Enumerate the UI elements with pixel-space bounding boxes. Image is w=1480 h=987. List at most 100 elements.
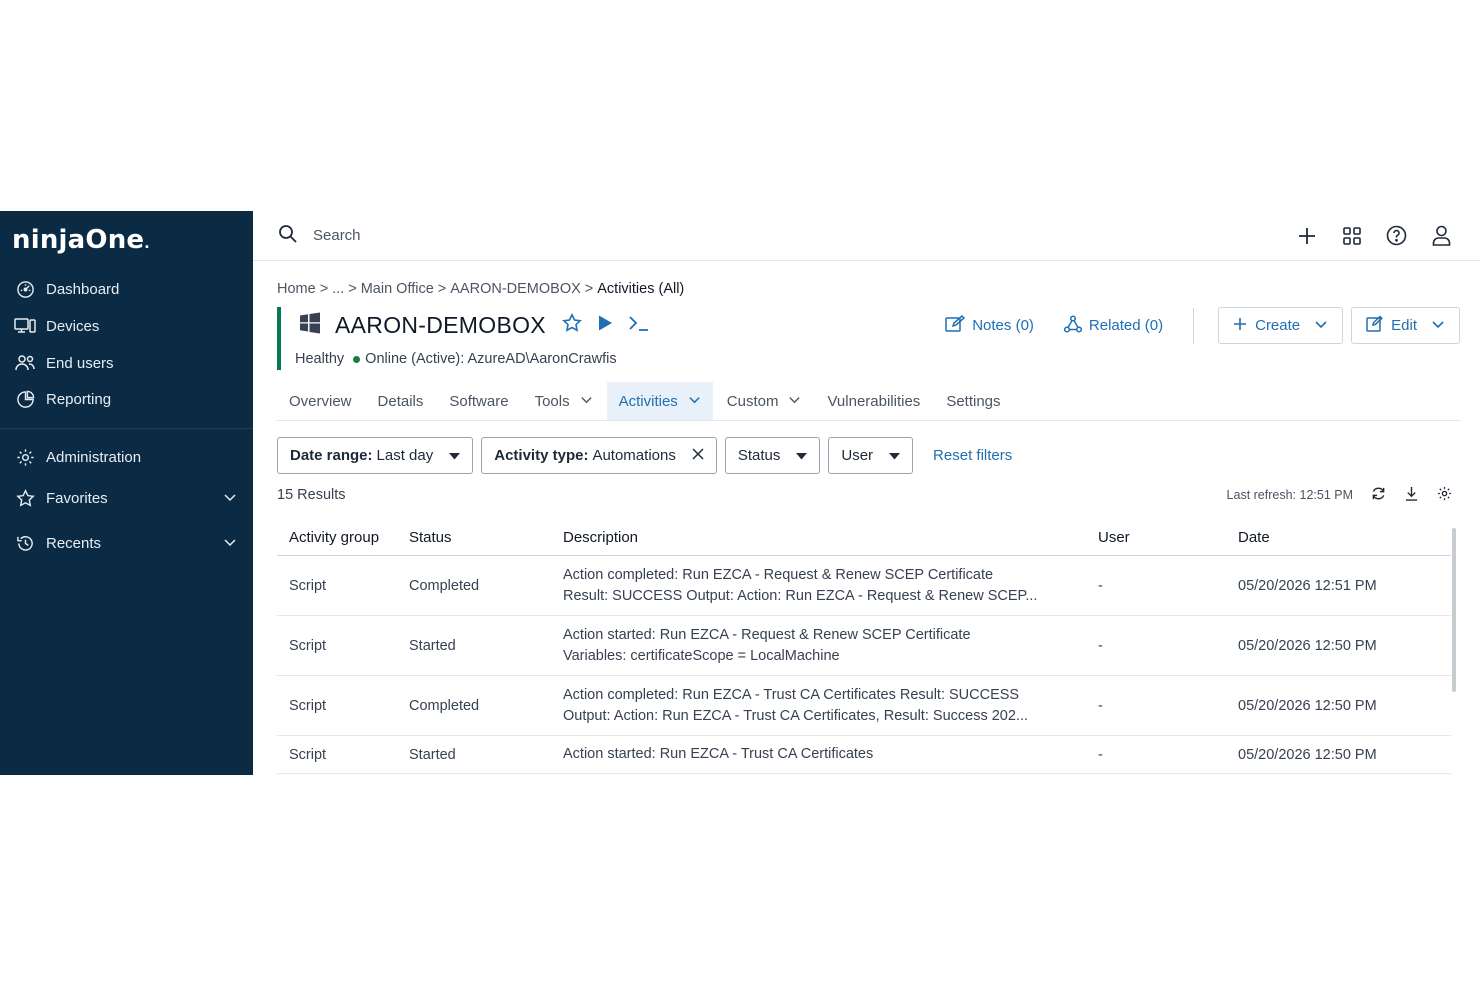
gear-icon [14,446,36,468]
plus-icon[interactable] [1294,223,1319,248]
cell-description: Action started: Run EZCA - Trust CA Cert… [551,744,1086,765]
end-users-icon [14,352,36,374]
cell-status: Completed [409,697,480,714]
run-play-icon[interactable] [596,314,614,337]
create-button[interactable]: Create [1218,307,1344,344]
device-quick-actions [562,312,650,338]
breadcrumb-device[interactable]: AARON-DEMOBOX [450,281,581,297]
status-filter[interactable]: Status [724,437,821,474]
tab-software[interactable]: Software [437,382,520,420]
sidebar-item-label: Dashboard [46,280,120,298]
refresh-icon[interactable] [1371,486,1386,504]
filter-value: Automations [592,447,676,464]
caret-down-icon [796,447,808,464]
sidebar-item-end-users[interactable]: End users [0,347,253,379]
chevron-down-icon [788,393,801,410]
cell-activity-group: Script [289,637,327,654]
download-icon[interactable] [1404,486,1419,504]
cell-user: - [1098,697,1103,714]
search-input[interactable] [313,224,713,246]
sidebar-item-dashboard[interactable]: Dashboard [0,273,253,305]
cell-description: Action completed: Run EZCA - Request & R… [551,565,1086,607]
cell-user: - [1098,637,1103,654]
cell-date: 05/20/2026 12:50 PM [1238,746,1377,763]
description-line: Action started: Run EZCA - Request & Ren… [563,626,971,643]
sidebar-item-devices[interactable]: Devices [0,310,253,342]
sidebar-item-recents[interactable]: Recents [0,527,253,559]
column-header-date[interactable]: Date [1226,529,1451,546]
filter-label: User [841,447,874,464]
tab-overview[interactable]: Overview [277,382,364,420]
device-title: AARON-DEMOBOX [335,312,546,338]
help-icon[interactable] [1384,223,1409,248]
tab-custom[interactable]: Custom [715,382,814,420]
reset-filters-link[interactable]: Reset filters [933,447,1012,464]
device-tabs: Overview Details Software Tools Activiti… [277,382,1461,421]
related-button[interactable]: Related (0) [1063,314,1163,337]
column-header-status[interactable]: Status [397,529,551,546]
column-header-activity-group[interactable]: Activity group [277,529,397,546]
health-status: Healthy [295,351,345,367]
plus-icon [1233,317,1247,335]
breadcrumb-office[interactable]: Main Office [361,281,434,297]
apps-grid-icon[interactable] [1339,223,1364,248]
tab-label: Custom [726,392,779,410]
favorite-star-icon[interactable] [562,312,582,338]
breadcrumb-separator: > [319,281,329,297]
header-actions: Notes (0) Related (0) Create Edit [945,307,1460,344]
device-status-line: Healthy Online (Active): AzureAD\AaronCr… [295,351,617,367]
table-scrollbar[interactable] [1452,528,1456,692]
filter-value: Last day [376,447,434,464]
tab-settings[interactable]: Settings [934,382,1012,420]
edit-button[interactable]: Edit [1351,307,1460,344]
filter-bar: Date range: Last day Activity type: Automa… [277,437,1012,474]
tab-label: Software [449,392,509,410]
chevron-down-icon [1314,317,1328,335]
cell-date: 05/20/2026 12:50 PM [1238,637,1377,654]
table-row[interactable]: Script Completed Action completed: Run E… [277,556,1451,616]
clear-filter-icon[interactable] [692,447,704,464]
create-label: Create [1255,317,1301,334]
caret-down-icon [889,447,901,464]
edit-icon [1366,315,1384,336]
table-row[interactable]: Script Started Action started: Run EZCA … [277,616,1451,676]
ninjaone-logo[interactable]: ninjaOne. [12,225,150,255]
breadcrumb-home[interactable]: Home [277,281,316,297]
notes-button[interactable]: Notes (0) [945,314,1034,337]
description-line: Result: SUCCESS Output: Action: Run EZCA… [563,587,1038,604]
tab-activities[interactable]: Activities [606,382,713,420]
column-header-description[interactable]: Description [551,527,1086,548]
tab-vulnerabilities[interactable]: Vulnerabilities [815,382,932,420]
activity-type-filter[interactable]: Activity type: Automations [481,437,717,474]
chevron-down-icon[interactable] [223,490,237,508]
gear-icon[interactable] [1437,486,1452,504]
tab-label: Details [377,392,424,410]
filter-label: Date range: [290,447,373,464]
edit-label: Edit [1391,317,1417,334]
cell-description: Action started: Run EZCA - Request & Ren… [551,625,1086,667]
chevron-down-icon [580,393,593,410]
table-row[interactable]: Script Started Action started: Run EZCA … [277,736,1451,774]
tab-tools[interactable]: Tools [523,382,605,420]
date-range-filter[interactable]: Date range: Last day [277,437,474,474]
column-header-user[interactable]: User [1086,529,1226,546]
top-actions [1294,223,1454,248]
tab-label: Settings [946,392,1001,410]
sidebar-item-reporting[interactable]: Reporting [0,383,253,415]
related-icon [1063,314,1082,337]
breadcrumb-ellipsis[interactable]: ... [332,281,344,297]
table-header: Activity group Status Description User D… [277,519,1451,556]
history-icon [14,532,36,554]
health-indicator-bar [277,307,281,370]
sidebar-item-administration[interactable]: Administration [0,441,253,473]
tab-details[interactable]: Details [366,382,436,420]
terminal-icon[interactable] [628,314,650,337]
devices-icon [14,315,36,337]
actions-divider [1193,307,1195,344]
chevron-down-icon[interactable] [223,535,237,553]
user-profile-icon[interactable] [1429,223,1454,248]
table-row[interactable]: Script Completed Action completed: Run E… [277,676,1451,736]
caret-down-icon [449,447,461,464]
sidebar-item-favorites[interactable]: Favorites [0,482,253,514]
user-filter[interactable]: User [828,437,914,474]
